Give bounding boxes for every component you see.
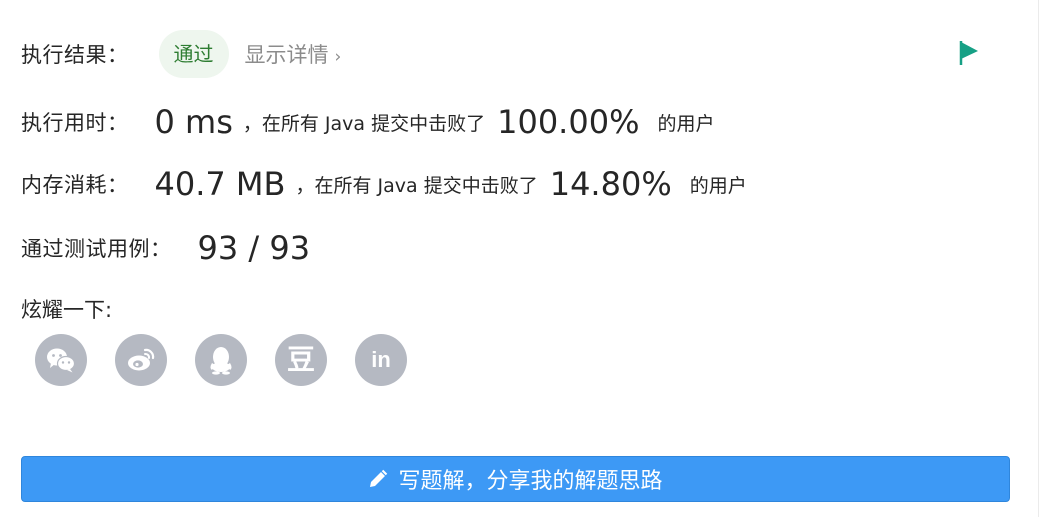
result-row: 执行结果： 通过 显示详情 ›: [21, 30, 341, 78]
share-row: 炫耀一下:: [21, 294, 112, 324]
memory-percent: 14.80%: [549, 165, 672, 203]
douban-icon[interactable]: 豆: [275, 334, 327, 386]
share-title: 炫耀一下:: [21, 298, 113, 322]
wechat-icon[interactable]: [35, 334, 87, 386]
linkedin-glyph: in: [371, 347, 391, 372]
share-icons: 豆 in: [35, 334, 435, 386]
qq-icon[interactable]: [195, 334, 247, 386]
runtime-label: 执行用时：: [21, 111, 129, 135]
write-solution-label: 写题解，分享我的解题思路: [398, 469, 663, 494]
runtime-value: 0 ms: [154, 103, 233, 141]
memory-row: 内存消耗： 40.7 MB ，在所有 Java 提交中击败了 14.80% 的用…: [21, 160, 747, 208]
memory-suffix: 的用户: [689, 174, 747, 197]
show-details-link[interactable]: 显示详情 ›: [245, 39, 342, 69]
status-badge: 通过: [158, 30, 229, 78]
runtime-row: 执行用时： 0 ms ，在所有 Java 提交中击败了 100.00% 的用户: [21, 98, 714, 146]
memory-value: 40.7 MB: [154, 165, 286, 203]
testcases-label: 通过测试用例：: [21, 237, 172, 261]
runtime-percent: 100.00%: [497, 103, 640, 141]
chevron-right-icon: ›: [334, 47, 342, 67]
runtime-mid-text: ，在所有 Java 提交中击败了: [242, 112, 486, 135]
runtime-suffix: 的用户: [657, 112, 715, 135]
flag-icon[interactable]: [958, 40, 980, 66]
write-solution-button[interactable]: 写题解，分享我的解题思路: [21, 456, 1010, 502]
weibo-icon[interactable]: [115, 334, 167, 386]
douban-glyph: 豆: [286, 343, 315, 376]
pencil-icon: [368, 469, 388, 489]
memory-label: 内存消耗：: [21, 173, 129, 197]
testcases-row: 通过测试用例： 93 / 93: [21, 224, 310, 272]
result-label: 执行结果：: [21, 43, 129, 67]
show-details-label: 显示详情: [244, 43, 329, 67]
submission-result-panel: 执行结果： 通过 显示详情 › 执行用时： 0 ms ，在所有 Java 提交中击…: [0, 0, 1039, 517]
testcases-value: 93 / 93: [197, 229, 311, 267]
memory-mid-text: ，在所有 Java 提交中击败了: [295, 174, 538, 197]
linkedin-icon[interactable]: in: [355, 334, 407, 386]
